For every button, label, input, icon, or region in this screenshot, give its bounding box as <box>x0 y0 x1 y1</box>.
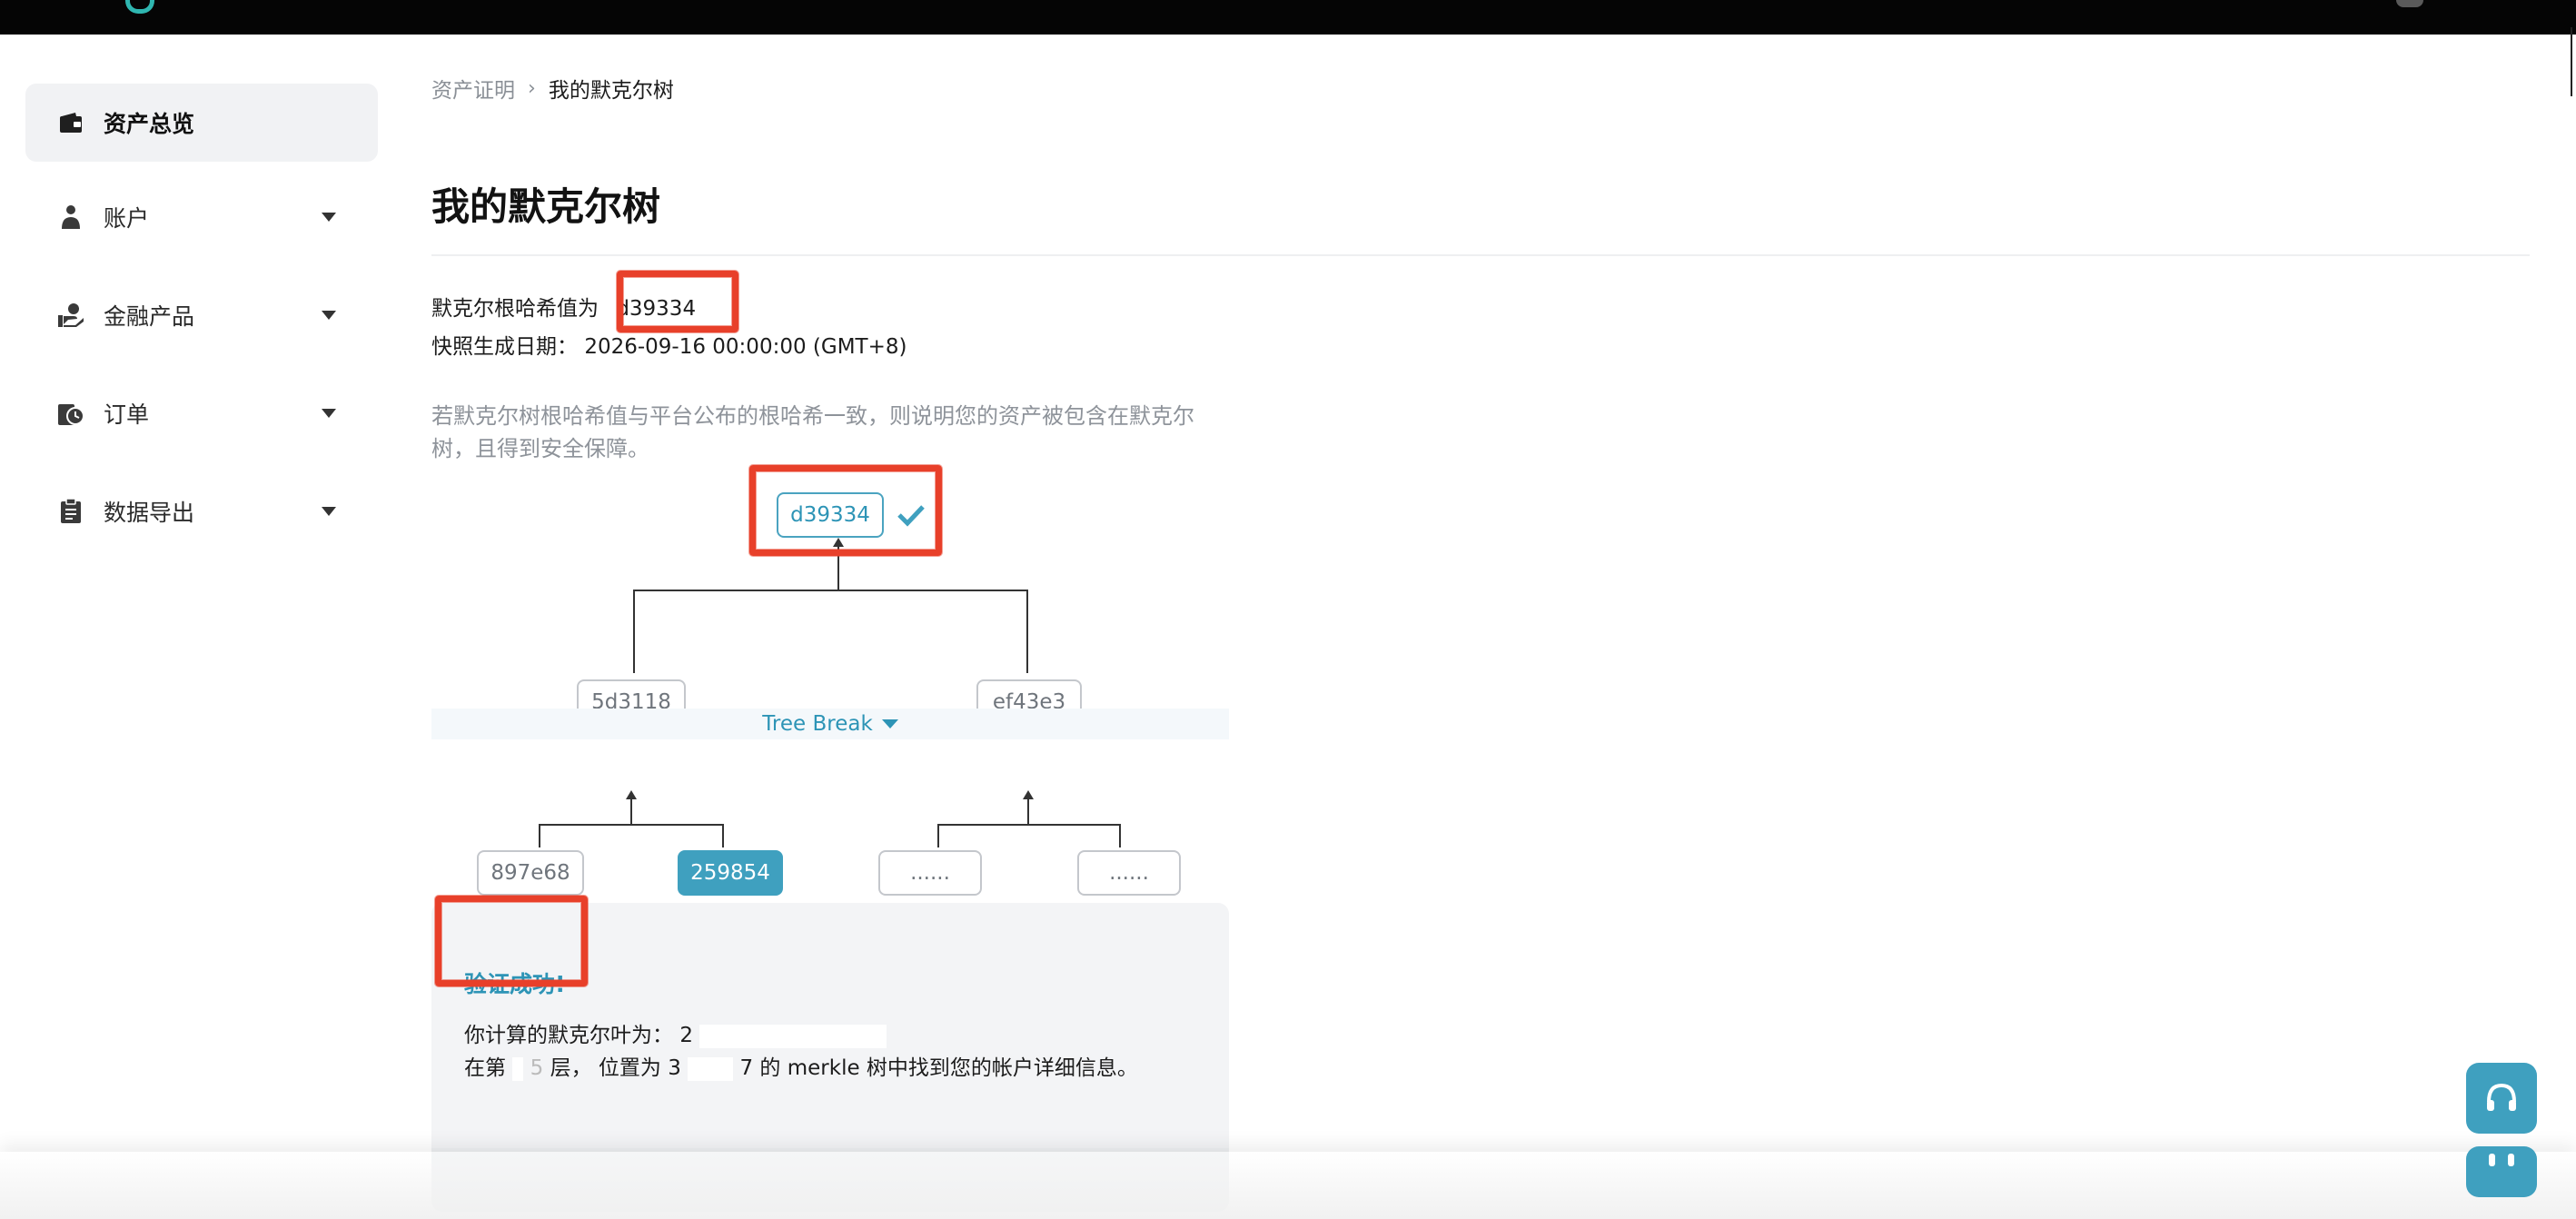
sidebar-item-account[interactable]: 账户 <box>25 178 378 256</box>
breadcrumb-current: 我的默克尔树 <box>548 79 674 103</box>
annotation-box-root-hash <box>617 271 738 332</box>
tree-line <box>630 798 632 825</box>
tree-line <box>937 824 939 847</box>
position-prefix: 在第 <box>464 1056 506 1080</box>
breadcrumb: 资产证明 › 我的默克尔树 <box>431 73 674 104</box>
sidebar: 资产总览 账户 金融产品 订单 数据导出 <box>0 35 400 1219</box>
annotation-box-success <box>435 896 588 986</box>
tree-leaf-node-own: 259854 <box>678 850 783 896</box>
headset-icon <box>2487 1083 2516 1111</box>
position-suffix: 的 merkle 树中找到您的帐户详细信息。 <box>759 1056 1138 1080</box>
tree-line <box>633 590 635 673</box>
chevron-down-icon <box>322 507 336 516</box>
page-title: 我的默克尔树 <box>431 184 661 229</box>
leaf-hash-label: 你计算的默克尔叶为： <box>464 1024 673 1047</box>
snapshot-value: 2026-09-16 00:00:00 (GMT+8) <box>584 335 907 359</box>
top-navbar <box>0 0 2576 35</box>
redaction-mask <box>512 1056 524 1081</box>
tree-line <box>722 824 724 847</box>
sidebar-item-asset-overview[interactable]: 资产总览 <box>25 84 378 162</box>
bottom-fade-overlay <box>0 1152 2576 1219</box>
tree-line <box>539 824 540 847</box>
avatar[interactable] <box>2396 0 2423 7</box>
customer-support-button[interactable] <box>2466 1063 2537 1134</box>
tree-break-toggle[interactable]: Tree Break <box>431 709 1229 739</box>
chevron-right-icon: › <box>528 76 536 100</box>
tree-break-label: Tree Break <box>762 712 873 736</box>
tree-leaf-node: ...... <box>878 850 982 896</box>
chevron-down-icon <box>322 409 336 418</box>
tree-line <box>539 824 724 826</box>
tree-line <box>1119 824 1121 847</box>
position-mid: 层， 位置为 <box>550 1056 661 1080</box>
sidebar-item-orders[interactable]: 订单 <box>25 374 378 452</box>
position-layer: 5 <box>530 1056 544 1080</box>
redaction-mask <box>699 1024 887 1048</box>
sidebar-item-label: 金融产品 <box>104 303 195 330</box>
sidebar-item-label: 数据导出 <box>104 500 195 526</box>
tree-line <box>633 590 1027 591</box>
leaf-hash-value: 2 <box>679 1024 693 1047</box>
verification-hint: 若默克尔树根哈希值与平台公布的根哈希一致，则说明您的资产被包含在默克尔树，且得到… <box>431 403 1194 461</box>
divider <box>431 254 2530 256</box>
leaf-hash-line: 你计算的默克尔叶为： 2 <box>464 1017 887 1048</box>
caret-down-icon <box>881 719 898 728</box>
clipboard-icon <box>56 497 85 526</box>
finance-hand-icon <box>56 301 85 330</box>
customer-support-button-shadow <box>2466 1146 2537 1197</box>
tree-line <box>1026 590 1028 673</box>
logo-icon[interactable] <box>125 0 154 14</box>
order-clock-icon <box>56 399 85 428</box>
tree-leaf-node: 897e68 <box>477 850 584 896</box>
snapshot-label: 快照生成日期： <box>431 335 578 359</box>
annotation-box-tree-root <box>749 465 942 556</box>
tree-line <box>937 824 1121 826</box>
user-icon <box>56 203 85 232</box>
position-index-start: 3 <box>668 1056 681 1080</box>
headset-icon <box>2489 1154 2514 1166</box>
sidebar-item-financial-products[interactable]: 金融产品 <box>25 276 378 354</box>
chevron-down-icon <box>322 213 336 222</box>
wallet-icon <box>56 108 85 137</box>
breadcrumb-parent-link[interactable]: 资产证明 <box>431 73 515 104</box>
redaction-mask <box>688 1056 734 1081</box>
scrollbar[interactable] <box>2571 27 2572 96</box>
chevron-down-icon <box>322 311 336 320</box>
tree-line <box>1027 798 1029 825</box>
root-hash-label: 默克尔根哈希值为 <box>431 297 599 321</box>
tree-leaf-node: ...... <box>1077 850 1181 896</box>
sidebar-item-label: 账户 <box>104 205 150 232</box>
position-index-end: 7 <box>739 1056 754 1080</box>
snapshot-date-line: 快照生成日期： 2026-09-16 00:00:00 (GMT+8) <box>431 329 907 360</box>
sidebar-item-label: 订单 <box>104 401 150 428</box>
leaf-position-line: 在第 5 层， 位置为 3 7 的 merkle 树中找到您的帐户详细信息。 <box>464 1050 1138 1081</box>
sidebar-item-label: 资产总览 <box>104 111 195 137</box>
sidebar-item-data-export[interactable]: 数据导出 <box>25 472 378 550</box>
